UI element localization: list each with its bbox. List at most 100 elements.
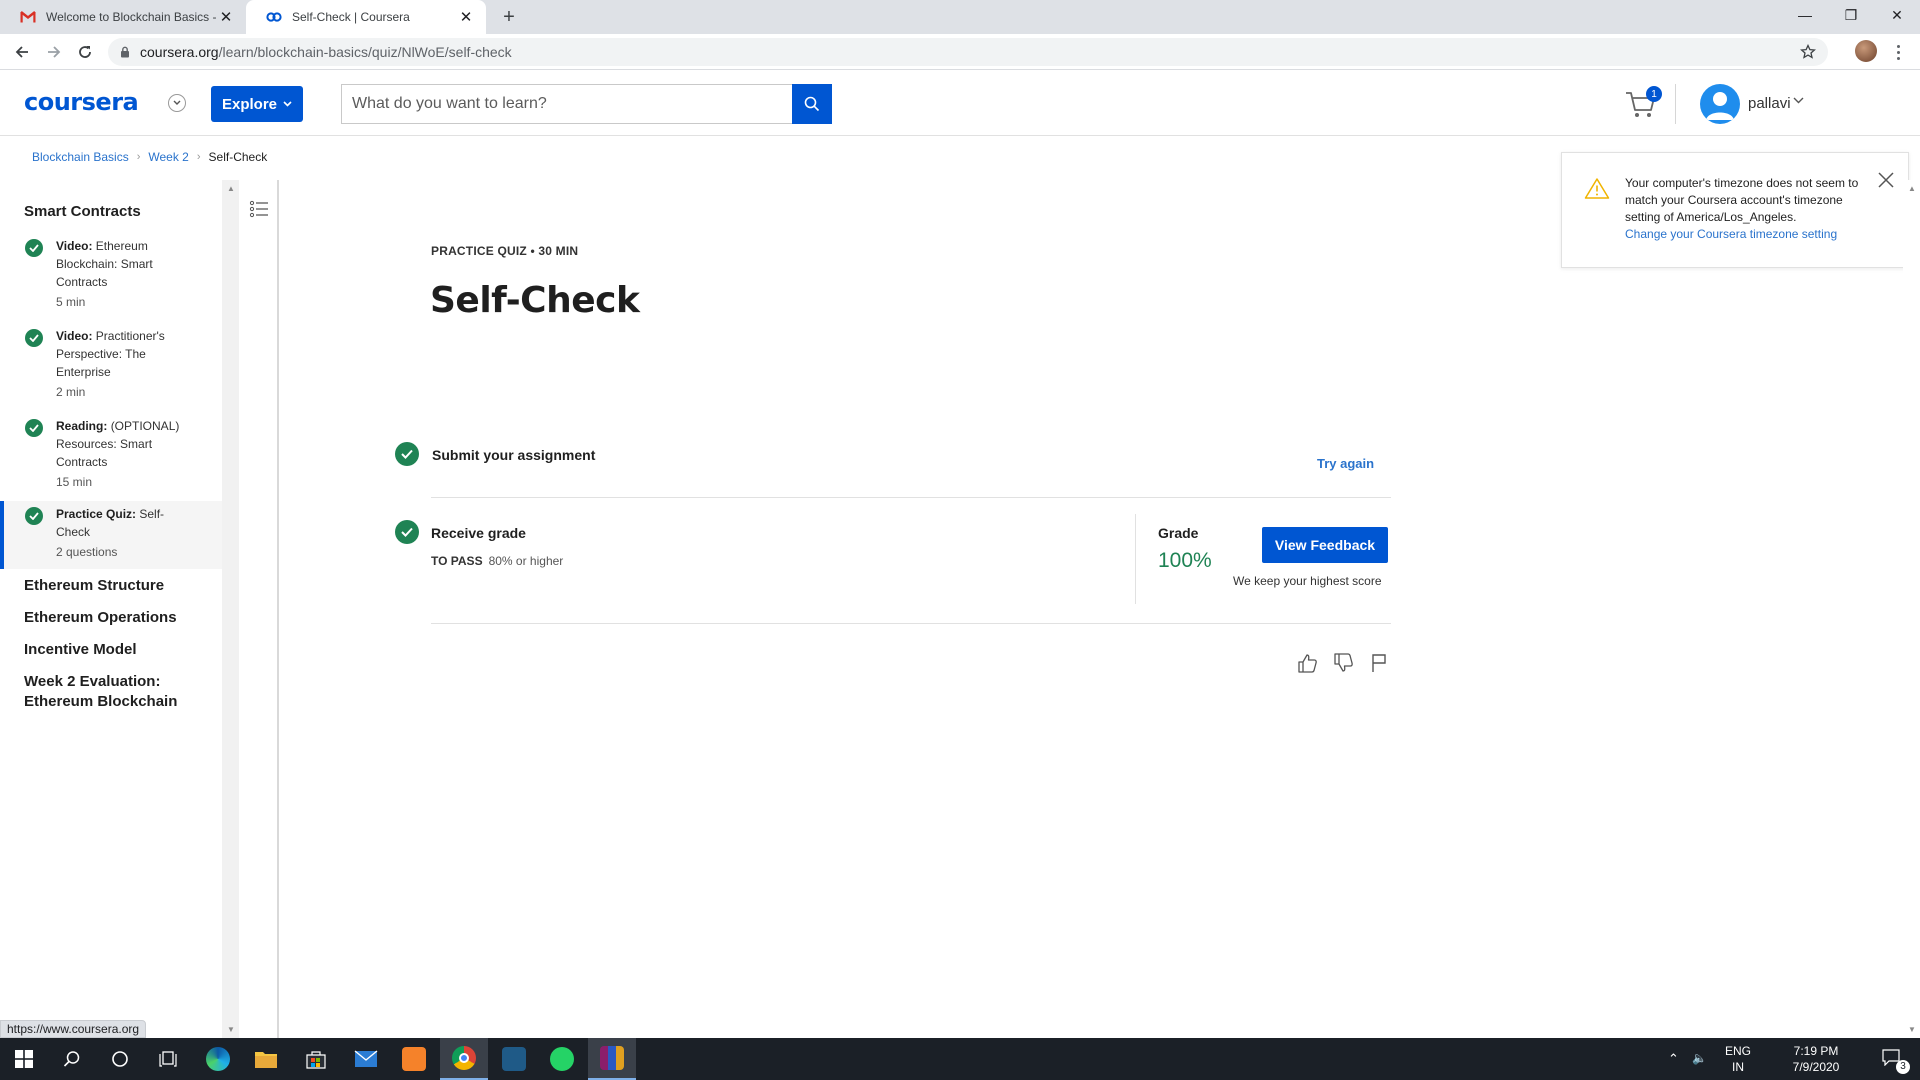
lesson-text: Reading: (OPTIONAL) Resources: Smart Con… bbox=[56, 417, 196, 491]
lesson-duration: 2 questions bbox=[56, 545, 118, 559]
forward-icon[interactable] bbox=[42, 40, 66, 64]
chrome-taskbar-icon[interactable] bbox=[440, 1038, 488, 1080]
new-tab-button[interactable]: + bbox=[498, 6, 520, 28]
sidebar-item-video-enterprise[interactable]: Video: Practitioner's Perspective: The E… bbox=[0, 323, 222, 409]
lesson-duration: 15 min bbox=[56, 475, 93, 489]
list-outline-icon[interactable] bbox=[249, 200, 269, 218]
close-tab-icon[interactable]: ✕ bbox=[218, 9, 234, 26]
lesson-type: Practice Quiz: bbox=[56, 507, 137, 521]
winrar-icon[interactable] bbox=[588, 1038, 636, 1080]
chevron-down-icon[interactable] bbox=[1793, 97, 1804, 104]
flag-icon[interactable] bbox=[1368, 652, 1390, 674]
sidebar-section-smart-contracts[interactable]: Smart Contracts bbox=[24, 202, 214, 222]
header-divider bbox=[1675, 84, 1676, 124]
breadcrumb-course[interactable]: Blockchain Basics bbox=[32, 150, 129, 164]
microsoft-store-icon[interactable] bbox=[292, 1038, 340, 1080]
close-window-icon[interactable]: ✕ bbox=[1874, 0, 1920, 30]
search-input[interactable] bbox=[341, 84, 792, 124]
completed-check-icon bbox=[25, 507, 43, 525]
scroll-up-icon[interactable]: ▲ bbox=[227, 184, 235, 193]
sidebar-section-ethereum-structure[interactable]: Ethereum Structure bbox=[24, 576, 214, 596]
sidebar-section-ethereum-operations[interactable]: Ethereum Operations bbox=[24, 608, 214, 628]
input-language[interactable]: ENG IN bbox=[1724, 1043, 1752, 1075]
whatsapp-icon[interactable] bbox=[538, 1038, 586, 1080]
thumbs-down-icon[interactable] bbox=[1332, 652, 1354, 674]
sidebar-section-week2-evaluation[interactable]: Week 2 Evaluation: Ethereum Blockchain bbox=[24, 672, 194, 712]
file-explorer-icon[interactable] bbox=[242, 1038, 290, 1080]
task-view-icon[interactable] bbox=[144, 1038, 192, 1080]
sidebar-section-incentive-model[interactable]: Incentive Model bbox=[24, 640, 214, 660]
page-title: Self-Check bbox=[430, 280, 640, 321]
lesson-type: Video: bbox=[56, 329, 93, 343]
lesson-duration: 2 min bbox=[56, 385, 86, 399]
gmail-icon bbox=[20, 9, 36, 25]
minimize-icon[interactable]: — bbox=[1782, 0, 1828, 30]
browser-menu-icon[interactable] bbox=[1890, 42, 1906, 62]
restore-icon[interactable]: ❐ bbox=[1828, 0, 1874, 30]
sidebar-item-practice-quiz[interactable]: Practice Quiz: Self-Check 2 questions bbox=[0, 501, 222, 569]
chevron-down-icon[interactable] bbox=[168, 94, 186, 112]
receive-grade-label: Receive grade bbox=[431, 525, 526, 541]
browser-profile-avatar[interactable] bbox=[1855, 40, 1877, 62]
timezone-warning-toast: Your computer's timezone does not seem t… bbox=[1561, 152, 1909, 268]
course-sidebar: Smart Contracts Video: Ethereum Blockcha… bbox=[0, 180, 222, 1038]
explore-label: Explore bbox=[221, 95, 278, 113]
clock-date: 7/9/2020 bbox=[1792, 1060, 1840, 1074]
region-code: IN bbox=[1732, 1060, 1744, 1074]
scroll-down-icon[interactable]: ▼ bbox=[227, 1025, 235, 1034]
reload-icon[interactable] bbox=[73, 40, 97, 64]
thumbs-up-icon[interactable] bbox=[1296, 652, 1318, 674]
user-avatar[interactable] bbox=[1700, 84, 1740, 124]
timezone-message: Your computer's timezone does not seem t… bbox=[1625, 176, 1859, 224]
edge-browser-icon[interactable] bbox=[194, 1038, 242, 1080]
back-icon[interactable] bbox=[10, 40, 34, 64]
volume-icon[interactable]: 🔈 bbox=[1692, 1050, 1707, 1066]
grade-complete-check-icon bbox=[395, 520, 419, 544]
tab-title: Self-Check | Coursera bbox=[292, 10, 410, 24]
user-name[interactable]: pallavi bbox=[1748, 95, 1791, 112]
clock-time: 7:19 PM bbox=[1793, 1044, 1839, 1058]
lesson-text: Practice Quiz: Self-Check 2 questions bbox=[56, 505, 196, 561]
lesson-duration: 5 min bbox=[56, 295, 86, 309]
windows-start-icon[interactable] bbox=[0, 1038, 48, 1080]
mail-icon[interactable] bbox=[342, 1038, 390, 1080]
address-bar[interactable]: coursera.org/learn/blockchain-basics/qui… bbox=[108, 38, 1828, 66]
grade-divider bbox=[1135, 514, 1136, 604]
tab-gmail[interactable]: Welcome to Blockchain Basics - B ✕ bbox=[0, 0, 246, 34]
language-code: ENG bbox=[1724, 1044, 1751, 1058]
clock[interactable]: 7:19 PM 7/9/2020 bbox=[1768, 1043, 1864, 1075]
taskbar-search-icon[interactable] bbox=[48, 1038, 96, 1080]
xampp-icon[interactable] bbox=[390, 1038, 438, 1080]
grade-label: Grade bbox=[1158, 525, 1199, 541]
to-pass-label: TO PASS bbox=[431, 554, 483, 568]
change-timezone-link[interactable]: Change your Coursera timezone setting bbox=[1625, 227, 1837, 241]
explore-button[interactable]: Explore bbox=[211, 86, 303, 122]
lesson-type: Reading: bbox=[56, 419, 108, 433]
sidebar-item-video-smart-contracts[interactable]: Video: Ethereum Blockchain: Smart Contra… bbox=[0, 233, 222, 319]
coursera-logo[interactable]: coursera bbox=[24, 88, 139, 116]
lesson-text: Video: Practitioner's Perspective: The E… bbox=[56, 327, 196, 401]
notification-count-badge: 3 bbox=[1896, 1060, 1910, 1074]
browser-tab-strip: Welcome to Blockchain Basics - B ✕ Self-… bbox=[0, 0, 1920, 34]
page-scrollbar[interactable]: ▲ ▼ bbox=[1903, 180, 1920, 1038]
view-feedback-button[interactable]: View Feedback bbox=[1262, 527, 1388, 563]
breadcrumb-week[interactable]: Week 2 bbox=[148, 150, 188, 164]
lock-icon bbox=[120, 46, 130, 58]
close-icon[interactable] bbox=[1877, 171, 1895, 189]
tab-coursera[interactable]: Self-Check | Coursera ✕ bbox=[246, 0, 486, 34]
try-again-link[interactable]: Try again bbox=[1317, 456, 1374, 471]
grade-value: 100% bbox=[1158, 549, 1212, 572]
scroll-down-icon[interactable]: ▼ bbox=[1908, 1025, 1916, 1034]
completed-check-icon bbox=[25, 329, 43, 347]
sidebar-scrollbar[interactable]: ▲ ▼ bbox=[222, 180, 239, 1038]
close-tab-icon[interactable]: ✕ bbox=[458, 9, 474, 26]
scroll-up-icon[interactable]: ▲ bbox=[1908, 184, 1916, 193]
system-tray: ⌃ 🔈 ENG IN 7:19 PM 7/9/2020 3 bbox=[1660, 1038, 1920, 1080]
mysql-workbench-icon[interactable] bbox=[490, 1038, 538, 1080]
sidebar-item-reading-resources[interactable]: Reading: (OPTIONAL) Resources: Smart Con… bbox=[0, 413, 222, 499]
search-button[interactable] bbox=[792, 84, 832, 124]
bookmark-star-icon[interactable] bbox=[1800, 44, 1816, 60]
cortana-icon[interactable] bbox=[96, 1038, 144, 1080]
chevron-up-icon[interactable]: ⌃ bbox=[1668, 1051, 1679, 1067]
to-pass-requirement: TO PASS 80% or higher bbox=[431, 554, 563, 568]
